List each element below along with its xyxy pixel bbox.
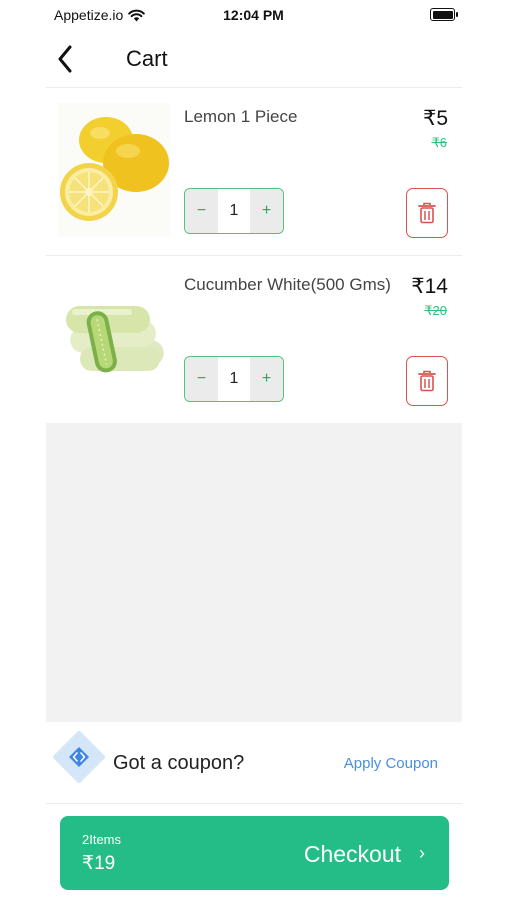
coupon-diamond-icon	[52, 730, 106, 784]
coupon-prompt: Got a coupon?	[113, 752, 245, 774]
page-title: Cart	[126, 46, 168, 71]
checkout-item-count: 2Items	[82, 832, 122, 847]
cart-list: Lemon 1 Piece ₹5 ₹6 − 1 + Cucumber White…	[46, 88, 462, 424]
quantity-value: 1	[218, 189, 250, 233]
cart-item: Cucumber White(500 Gms) ₹14 ₹20 − 1 +	[46, 256, 462, 424]
delete-button[interactable]	[406, 356, 448, 406]
quantity-stepper: − 1 +	[184, 188, 284, 234]
battery-icon	[430, 8, 458, 21]
apply-coupon-link[interactable]: Apply Coupon	[344, 755, 438, 772]
nav-bar: Cart	[46, 32, 462, 88]
cart-empty-space	[46, 423, 462, 722]
coupon-row[interactable]: Got a coupon? Apply Coupon	[46, 722, 462, 804]
checkout-total: ₹19	[82, 853, 116, 874]
battery-level	[432, 10, 453, 19]
trash-icon	[418, 370, 436, 392]
cucumber-image	[58, 271, 170, 405]
item-original-price: ₹6	[431, 135, 447, 150]
item-original-price: ₹20	[424, 303, 447, 318]
code-tag-icon	[69, 747, 89, 767]
chevron-right-icon: ›	[419, 843, 425, 863]
trash-icon	[418, 202, 436, 224]
cart-item: Lemon 1 Piece ₹5 ₹6 − 1 +	[46, 88, 462, 256]
status-carrier: Appetize.io	[54, 7, 146, 23]
item-price: ₹5	[422, 107, 448, 130]
lemon-image	[58, 103, 170, 237]
wifi-icon	[128, 9, 146, 21]
decrement-button[interactable]: −	[185, 357, 218, 401]
quantity-value: 1	[218, 357, 250, 401]
item-name: Lemon 1 Piece	[184, 107, 298, 126]
chevron-left-icon	[58, 45, 72, 73]
item-name: Cucumber White(500 Gms)	[184, 275, 391, 294]
increment-button[interactable]: +	[250, 357, 283, 401]
item-price: ₹14	[411, 275, 448, 298]
status-bar: Appetize.io 12:04 PM	[0, 0, 507, 32]
decrement-button[interactable]: −	[185, 189, 218, 233]
checkout-button[interactable]: 2Items ₹19 Checkout ›	[60, 816, 449, 890]
back-button[interactable]	[50, 44, 80, 74]
increment-button[interactable]: +	[250, 189, 283, 233]
checkout-label: Checkout	[303, 841, 401, 867]
delete-button[interactable]	[406, 188, 448, 238]
carrier-label: Appetize.io	[54, 7, 124, 23]
quantity-stepper: − 1 +	[184, 356, 284, 402]
